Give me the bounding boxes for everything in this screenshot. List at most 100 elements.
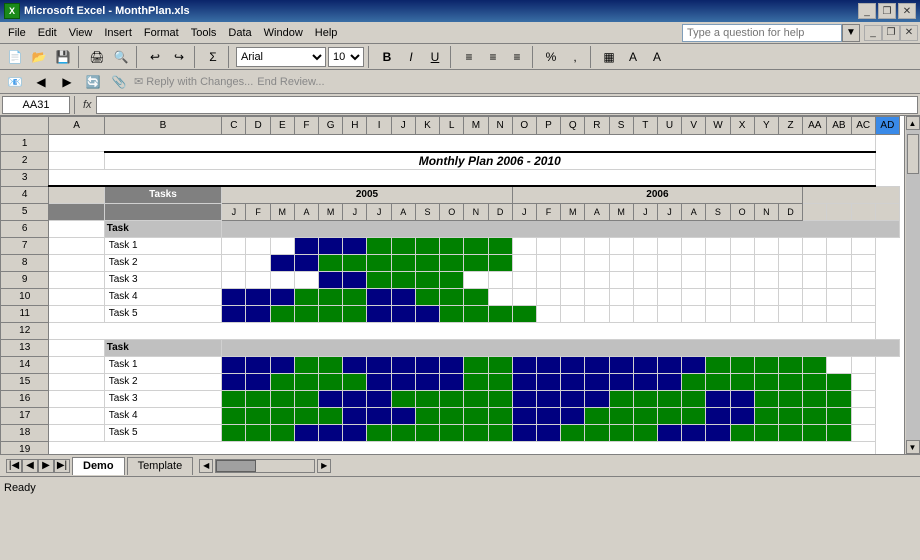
- col-header-U[interactable]: U: [657, 117, 681, 135]
- menu-help[interactable]: Help: [309, 25, 344, 41]
- help-restore[interactable]: ❐: [882, 25, 900, 41]
- email-next[interactable]: ▶: [56, 71, 78, 93]
- col-header-J[interactable]: J: [391, 117, 415, 135]
- menu-data[interactable]: Data: [222, 25, 257, 41]
- menu-window[interactable]: Window: [258, 25, 309, 41]
- col-header-AD[interactable]: AD: [875, 117, 899, 135]
- email-attach[interactable]: 📎: [108, 71, 130, 93]
- spreadsheet-title: Monthly Plan 2006 - 2010: [104, 152, 875, 170]
- help-minimize[interactable]: _: [864, 25, 882, 41]
- col-header-N[interactable]: N: [488, 117, 512, 135]
- align-right-button[interactable]: ≡: [506, 46, 528, 68]
- col-header-G[interactable]: G: [319, 117, 343, 135]
- status-text: Ready: [4, 482, 36, 494]
- vertical-scrollbar[interactable]: ▲ ▼: [904, 116, 920, 454]
- italic-button[interactable]: I: [400, 46, 422, 68]
- col-header-E[interactable]: E: [270, 117, 294, 135]
- col-header-AC[interactable]: AC: [851, 117, 875, 135]
- col-header-Q[interactable]: Q: [561, 117, 585, 135]
- col-header-L[interactable]: L: [440, 117, 464, 135]
- col-header-AA[interactable]: AA: [803, 117, 827, 135]
- undo-button[interactable]: ↩: [144, 46, 166, 68]
- col-header-V[interactable]: V: [682, 117, 706, 135]
- menu-edit[interactable]: Edit: [32, 25, 63, 41]
- align-center-button[interactable]: ≡: [482, 46, 504, 68]
- email-prev[interactable]: ◀: [30, 71, 52, 93]
- align-left-button[interactable]: ≡: [458, 46, 480, 68]
- bold-button[interactable]: B: [376, 46, 398, 68]
- row-15[interactable]: 15 Task 2: [1, 373, 900, 390]
- scroll-left-btn[interactable]: ◀: [199, 459, 213, 473]
- col-header-Z[interactable]: Z: [778, 117, 802, 135]
- email-icon[interactable]: 📧: [4, 71, 26, 93]
- col-header-T[interactable]: T: [633, 117, 657, 135]
- col-header-P[interactable]: P: [536, 117, 560, 135]
- formula-input[interactable]: [96, 96, 918, 114]
- col-header-R[interactable]: R: [585, 117, 609, 135]
- tab-next[interactable]: ▶: [38, 459, 54, 473]
- row-7[interactable]: 7 Task 1: [1, 237, 900, 254]
- minimize-button[interactable]: _: [858, 3, 876, 19]
- col-header-W[interactable]: W: [706, 117, 730, 135]
- corner-cell[interactable]: [1, 117, 49, 135]
- help-close[interactable]: ✕: [900, 25, 918, 41]
- col-header-B[interactable]: B: [104, 117, 222, 135]
- col-header-K[interactable]: K: [415, 117, 439, 135]
- col-header-M[interactable]: M: [464, 117, 488, 135]
- preview-button[interactable]: 🔍: [110, 46, 132, 68]
- scroll-thumb[interactable]: [216, 460, 256, 472]
- comma-button[interactable]: ,: [564, 46, 586, 68]
- redo-button[interactable]: ↪: [168, 46, 190, 68]
- name-box[interactable]: [2, 96, 70, 114]
- scroll-track[interactable]: [215, 459, 315, 473]
- col-header-A[interactable]: A: [49, 117, 104, 135]
- col-header-AB[interactable]: AB: [827, 117, 851, 135]
- help-search-input[interactable]: [682, 24, 842, 42]
- help-search-button[interactable]: ▼: [842, 24, 860, 42]
- col-header-I[interactable]: I: [367, 117, 391, 135]
- sheet-tab-template[interactable]: Template: [127, 457, 194, 475]
- sum-button[interactable]: Σ: [202, 46, 224, 68]
- col-header-X[interactable]: X: [730, 117, 754, 135]
- row-11[interactable]: 11 Task 5: [1, 305, 900, 322]
- status-bar: Ready: [0, 476, 920, 498]
- row-18[interactable]: 18 Task 5: [1, 424, 900, 441]
- row-10[interactable]: 10 Task 4: [1, 288, 900, 305]
- sheet-tab-demo[interactable]: Demo: [72, 457, 125, 475]
- row-16[interactable]: 16 Task 3: [1, 390, 900, 407]
- row-8[interactable]: 8 Task 2: [1, 254, 900, 271]
- menu-insert[interactable]: Insert: [98, 25, 138, 41]
- tab-first[interactable]: |◀: [6, 459, 22, 473]
- col-header-H[interactable]: H: [343, 117, 367, 135]
- font-name-select[interactable]: Arial: [236, 47, 326, 67]
- email-refresh[interactable]: 🔄: [82, 71, 104, 93]
- save-button[interactable]: 💾: [52, 46, 74, 68]
- percent-button[interactable]: %: [540, 46, 562, 68]
- row-9[interactable]: 9 Task 3: [1, 271, 900, 288]
- row-17[interactable]: 17 Task 4: [1, 407, 900, 424]
- menu-file[interactable]: File: [2, 25, 32, 41]
- row-14[interactable]: 14 Task 1: [1, 356, 900, 373]
- font-size-select[interactable]: 10: [328, 47, 364, 67]
- open-button[interactable]: 📂: [28, 46, 50, 68]
- menu-tools[interactable]: Tools: [185, 25, 223, 41]
- print-button[interactable]: 🖨: [86, 46, 108, 68]
- restore-button[interactable]: ❐: [878, 3, 896, 19]
- col-header-F[interactable]: F: [294, 117, 318, 135]
- col-header-O[interactable]: O: [512, 117, 536, 135]
- col-header-D[interactable]: D: [246, 117, 270, 135]
- new-button[interactable]: 📄: [4, 46, 26, 68]
- col-header-C[interactable]: C: [222, 117, 246, 135]
- tab-last[interactable]: ▶|: [54, 459, 70, 473]
- scroll-right-btn[interactable]: ▶: [317, 459, 331, 473]
- tab-prev[interactable]: ◀: [22, 459, 38, 473]
- menu-view[interactable]: View: [63, 25, 99, 41]
- menu-format[interactable]: Format: [138, 25, 185, 41]
- fill-color-button[interactable]: A: [622, 46, 644, 68]
- col-header-Y[interactable]: Y: [754, 117, 778, 135]
- col-header-S[interactable]: S: [609, 117, 633, 135]
- close-button[interactable]: ✕: [898, 3, 916, 19]
- border-button[interactable]: ▦: [598, 46, 620, 68]
- font-color-button[interactable]: A: [646, 46, 668, 68]
- underline-button[interactable]: U: [424, 46, 446, 68]
